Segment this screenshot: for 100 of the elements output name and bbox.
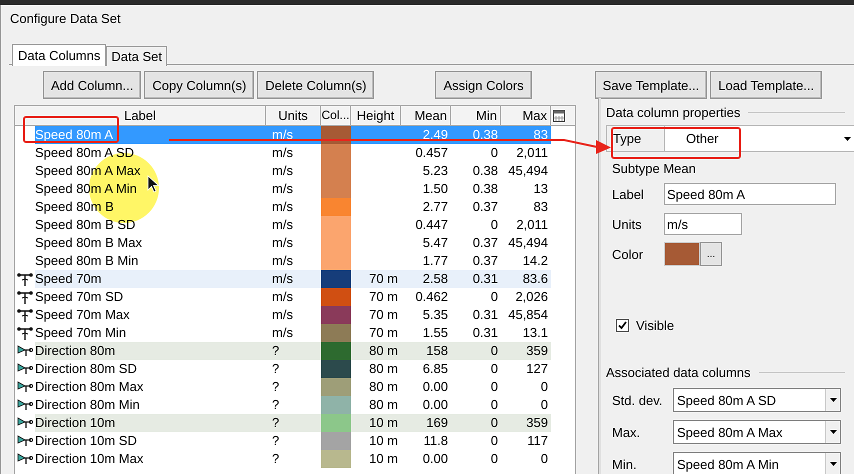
table-cell: Direction 80m Min bbox=[35, 397, 140, 412]
toolbar-button[interactable]: Save Template... bbox=[594, 71, 708, 99]
type-dropdown[interactable]: Other bbox=[665, 126, 854, 151]
table-row[interactable]: Speed 80m B Max m/s 5.47 0.37 45,494 bbox=[35, 234, 551, 252]
anemometer-icon bbox=[17, 272, 33, 286]
caret-icon bbox=[830, 430, 836, 434]
table-row[interactable]: Speed 70m SD m/s 70 m 0.462 0 2,026 bbox=[35, 288, 551, 306]
table-row[interactable]: Speed 80m B Min m/s 1.77 0.37 14.2 bbox=[35, 252, 551, 270]
table-cell-text: 2.58 bbox=[422, 270, 449, 288]
group-title: Data column properties bbox=[606, 105, 740, 120]
wind-vane-icon bbox=[17, 345, 33, 357]
table-row[interactable]: Direction 80m Max ? 80 m 0.00 0 0 bbox=[35, 378, 551, 396]
dropdown[interactable]: Speed 80m A Min bbox=[673, 452, 841, 474]
table-cell: 10 m bbox=[369, 451, 398, 466]
toolbar-button[interactable]: Copy Column(s) bbox=[144, 71, 254, 99]
group-title: Associated data columns bbox=[606, 365, 751, 380]
table-cell: 70 m bbox=[369, 271, 398, 286]
color-picker-button[interactable]: ... bbox=[700, 242, 722, 266]
table-cell-text: 0 bbox=[540, 396, 549, 414]
table-row[interactable]: Direction 10m SD ? 10 m 11.8 0 117 bbox=[35, 432, 551, 450]
column-header[interactable]: Mean bbox=[401, 106, 451, 125]
table-cell-text: 83 bbox=[532, 126, 549, 144]
table-cell-text: m/s bbox=[271, 288, 294, 306]
table-row[interactable]: Direction 80m SD ? 80 m 6.85 0 127 bbox=[35, 360, 551, 378]
table-cell-text: 0 bbox=[490, 216, 499, 234]
dropdown-arrow-button[interactable] bbox=[825, 421, 840, 443]
table-cell-text: 1.77 bbox=[422, 252, 449, 270]
tab[interactable]: Data Set bbox=[106, 46, 167, 66]
toolbar-button[interactable]: Add Column... bbox=[43, 71, 142, 99]
field-label: Max. bbox=[612, 424, 642, 440]
field-label: Label bbox=[612, 186, 645, 202]
table-row[interactable]: Direction 80m Min ? 80 m 0.00 0 0 bbox=[35, 396, 551, 414]
table-cell-text: 0 bbox=[490, 288, 499, 306]
table-row[interactable]: Speed 70m m/s 70 m 2.58 0.31 83.6 bbox=[35, 270, 551, 288]
table-cell-text: m/s bbox=[271, 252, 294, 270]
caret-icon bbox=[830, 462, 836, 466]
table-cell-text: 0.31 bbox=[472, 306, 499, 324]
table-cell-text: 11.8 bbox=[422, 432, 449, 450]
table-cell-text: 0.38 bbox=[472, 126, 499, 144]
table-cell-text: 0 bbox=[490, 144, 499, 162]
table-cell-text: 359 bbox=[525, 342, 549, 360]
table-cell-text: m/s bbox=[271, 162, 294, 180]
table-cell-text: 2,011 bbox=[515, 144, 549, 162]
table-cell-text: 83.6 bbox=[522, 270, 549, 288]
tab[interactable]: Data Columns bbox=[12, 44, 106, 66]
table-cell-text: 169 bbox=[425, 414, 449, 432]
dropdown[interactable]: Speed 80m A SD bbox=[673, 388, 841, 412]
table-row[interactable]: Speed 70m Max m/s 70 m 5.35 0.31 45,854 bbox=[35, 306, 551, 324]
table-cell-text: 0.00 bbox=[422, 378, 449, 396]
table-cell-text: 14.2 bbox=[522, 252, 549, 270]
table-cell-text: 6.85 bbox=[422, 360, 449, 378]
table-cell-text: 2,026 bbox=[514, 288, 549, 306]
table-cell: Direction 80m SD bbox=[35, 361, 137, 376]
table-cell-text: 0 bbox=[490, 342, 499, 360]
dropdown-arrow-button[interactable] bbox=[825, 389, 840, 411]
checkbox[interactable] bbox=[616, 319, 629, 332]
column-header[interactable]: Units bbox=[266, 106, 321, 125]
table-cell-text: 2,011 bbox=[515, 216, 549, 234]
dropdown[interactable]: Speed 80m A Max bbox=[673, 420, 841, 444]
toolbar-button[interactable]: Assign Colors bbox=[435, 71, 532, 99]
table-row[interactable]: Direction 10m ? 10 m 169 0 359 bbox=[35, 414, 551, 432]
table-cell-text: m/s bbox=[271, 324, 294, 342]
field-label: Min. bbox=[612, 456, 638, 472]
table-cell-text: 13.1 bbox=[522, 324, 549, 342]
dropdown-arrow-button[interactable] bbox=[825, 453, 840, 474]
input-field[interactable]: Speed 80m A bbox=[664, 183, 836, 205]
column-header[interactable]: Label bbox=[15, 106, 266, 125]
table-cell-text: 1.55 bbox=[422, 324, 449, 342]
table-cell: Speed 70m Min bbox=[35, 325, 126, 340]
anemometer-icon bbox=[17, 326, 33, 340]
table-cell-text: m/s bbox=[271, 306, 294, 324]
table-cell-text: ? bbox=[271, 378, 280, 396]
table-row[interactable]: Direction 80m ? 80 m 158 0 359 bbox=[35, 342, 551, 360]
table-cell: Speed 70m bbox=[35, 271, 102, 286]
subtype-text: Subtype Mean bbox=[612, 161, 697, 176]
table-cell-text: 0 bbox=[490, 414, 499, 432]
field-label: Std. dev. bbox=[612, 392, 664, 408]
table-cell-text: 0 bbox=[490, 360, 499, 378]
column-header[interactable]: Col... bbox=[321, 106, 351, 125]
toolbar-button[interactable]: Delete Column(s) bbox=[257, 71, 374, 99]
table-row[interactable]: Direction 10m Max ? 10 m 0.00 0 0 bbox=[35, 450, 551, 468]
color-swatch[interactable] bbox=[664, 242, 700, 266]
table-cell-text: 0 bbox=[540, 378, 549, 396]
column-header[interactable]: Min bbox=[451, 106, 501, 125]
column-header[interactable]: Height bbox=[351, 106, 401, 125]
field-label: Units bbox=[612, 216, 643, 232]
wind-vane-icon bbox=[17, 417, 33, 429]
toolbar-button[interactable]: Load Template... bbox=[710, 71, 822, 99]
table-cell: 70 m bbox=[369, 325, 398, 340]
table-cell-text: 117 bbox=[526, 432, 549, 450]
table-cell-text: 1.50 bbox=[422, 180, 449, 198]
caret-icon bbox=[830, 398, 836, 402]
table-cell-text: 2.77 bbox=[422, 198, 449, 216]
table-cell-text: 0.37 bbox=[472, 198, 499, 216]
table-cell-text: m/s bbox=[271, 126, 294, 144]
checkbox-label: Visible bbox=[636, 318, 674, 333]
table-cell-text: m/s bbox=[271, 198, 294, 216]
input-field[interactable]: m/s bbox=[664, 213, 742, 235]
table-cell: Speed 70m Max bbox=[35, 307, 130, 322]
table-row[interactable]: Speed 70m Min m/s 70 m 1.55 0.31 13.1 bbox=[35, 324, 551, 342]
